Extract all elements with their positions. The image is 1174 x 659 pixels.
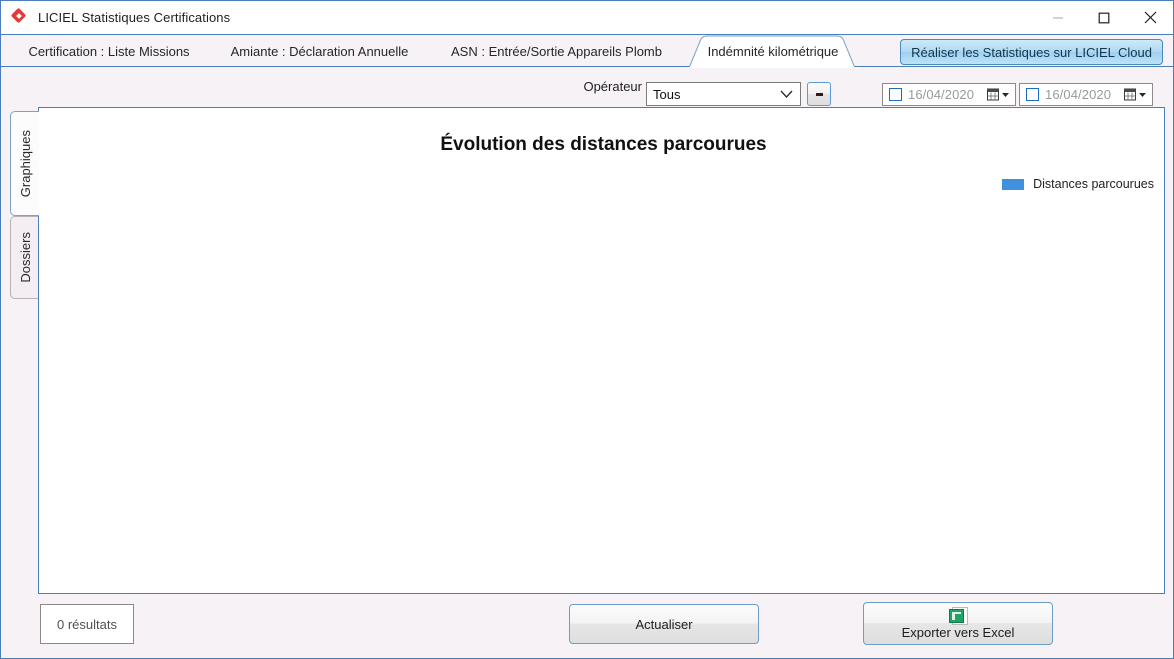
results-count: 0 résultats (40, 604, 134, 644)
tab-label: Certification : Liste Missions (28, 43, 190, 59)
cloud-statistics-button[interactable]: Réaliser les Statistiques sur LICIEL Clo… (900, 39, 1163, 65)
window-title: LICIEL Statistiques Certifications (38, 10, 231, 25)
chart-legend: Distances parcourues (1002, 177, 1154, 191)
minus-icon (815, 92, 823, 96)
tab-label: ASN : Entrée/Sortie Appareils Plomb (451, 43, 662, 59)
chart-plot-area[interactable] (39, 208, 1164, 593)
date-from-value: 16/04/2020 (908, 87, 975, 102)
title-bar: LICIEL Statistiques Certifications (1, 1, 1173, 34)
excel-icon (949, 607, 968, 625)
remove-operator-button[interactable] (807, 82, 831, 106)
window-controls (1035, 1, 1173, 34)
main-tab-strip: Certification : Liste Missions Amiante :… (1, 34, 1173, 68)
chevron-down-icon (1139, 92, 1146, 97)
application-window: LICIEL Statistiques Certifications Certi… (0, 0, 1174, 659)
legend-swatch-distances (1002, 178, 1025, 190)
date-to-value: 16/04/2020 (1045, 87, 1112, 102)
chevron-down-icon (1002, 92, 1009, 97)
operator-select[interactable]: Tous (646, 82, 801, 106)
date-to-field[interactable]: 16/04/2020 (1019, 83, 1153, 106)
chevron-down-icon (780, 87, 793, 102)
tab-label: Indémnité kilométrique (707, 44, 839, 59)
tab-asn-entree-sortie-appareils-plomb[interactable]: ASN : Entrée/Sortie Appareils Plomb (435, 35, 678, 67)
liciel-diamond-icon (10, 7, 29, 26)
minimize-icon[interactable] (1035, 1, 1081, 34)
close-icon[interactable] (1127, 1, 1173, 34)
sidebar-item-dossiers[interactable]: Dossiers (10, 216, 39, 299)
cloud-statistics-label: Réaliser les Statistiques sur LICIEL Clo… (911, 44, 1152, 60)
tab-label: Amiante : Déclaration Annuelle (230, 43, 409, 59)
export-excel-button[interactable]: Exporter vers Excel (863, 602, 1053, 645)
maximize-icon[interactable] (1081, 1, 1127, 34)
export-excel-label: Exporter vers Excel (901, 625, 1015, 640)
date-from-field[interactable]: 16/04/2020 (882, 83, 1016, 106)
tab-indemnite-kilometrique[interactable]: Indémnité kilométrique (687, 35, 859, 68)
date-from-checkbox[interactable] (889, 88, 902, 101)
date-to-checkbox[interactable] (1026, 88, 1039, 101)
sidebar-item-label: Graphiques (17, 129, 33, 198)
calendar-icon[interactable] (1124, 88, 1147, 101)
calendar-icon[interactable] (987, 88, 1010, 101)
results-count-label: 0 résultats (57, 616, 117, 632)
tab-certification-liste-missions[interactable]: Certification : Liste Missions (11, 35, 207, 67)
operator-label: Opérateur (583, 79, 642, 94)
legend-label-distances: Distances parcourues (1033, 177, 1154, 191)
tab-amiante-declaration-annuelle[interactable]: Amiante : Déclaration Annuelle (216, 35, 423, 67)
refresh-button-label: Actualiser (635, 616, 693, 632)
sidebar-item-graphiques[interactable]: Graphiques (10, 111, 39, 216)
sidebar-item-label: Dossiers (17, 232, 33, 283)
chart-panel: Évolution des distances parcourues Dista… (38, 107, 1165, 594)
refresh-button[interactable]: Actualiser (569, 604, 759, 644)
chart-title: Évolution des distances parcourues (440, 134, 767, 155)
operator-select-value: Tous (653, 86, 681, 102)
